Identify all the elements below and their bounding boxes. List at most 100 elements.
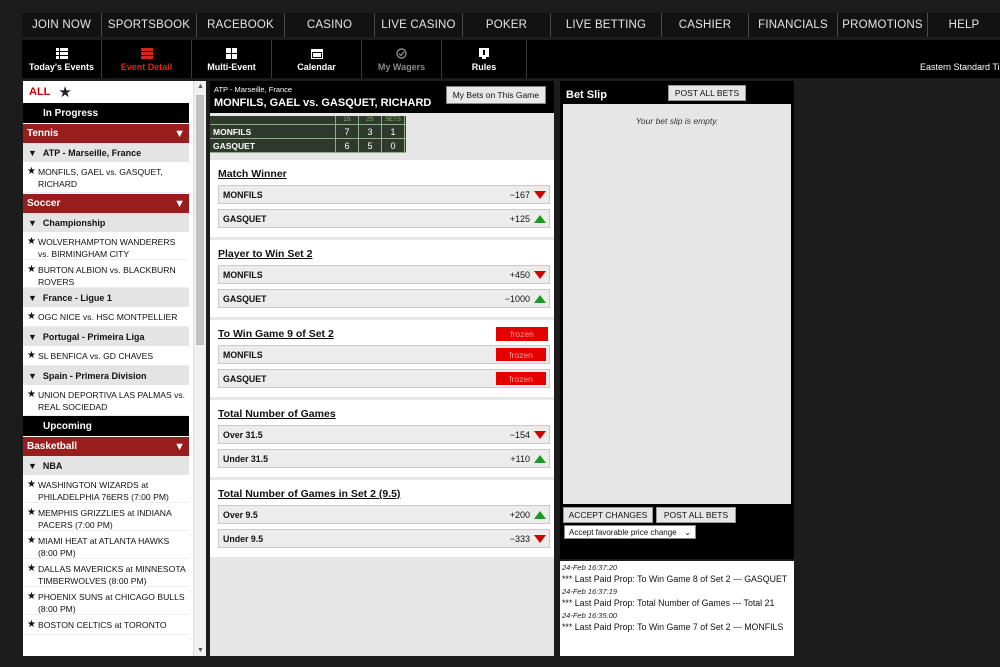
- odds-value: +125: [509, 213, 530, 224]
- nav-live-casino[interactable]: LIVE CASINO: [375, 13, 463, 37]
- list-item[interactable]: ★ OGC NICE vs. HSC MONTPELLIER: [23, 307, 189, 327]
- selection-button[interactable]: Under 9.5 −333: [218, 529, 550, 548]
- league-nba[interactable]: ▼ NBA: [23, 456, 189, 475]
- selection-button[interactable]: MONFILS −167: [218, 185, 550, 204]
- scroll-down-icon[interactable]: ▼: [197, 647, 204, 654]
- event-detail-button[interactable]: Event Detail: [102, 40, 192, 78]
- star-icon[interactable]: ★: [27, 563, 36, 583]
- chevron-down-icon: ⌄: [684, 527, 691, 537]
- nav-promotions[interactable]: PROMOTIONS: [838, 13, 928, 37]
- nav-live-betting[interactable]: LIVE BETTING: [551, 13, 662, 37]
- all-filter[interactable]: ALL: [29, 86, 50, 98]
- nav-financials[interactable]: FINANCIALS: [749, 13, 838, 37]
- price-change-select[interactable]: Accept favorable price change ⌄: [564, 525, 696, 539]
- calendar-icon: [310, 46, 323, 60]
- scrollbar-thumb[interactable]: [196, 95, 204, 345]
- collapse-triangle-icon: ▼: [174, 197, 185, 210]
- list-item[interactable]: ★ MEMPHIS GRIZZLIES at INDIANA PACERS (7…: [23, 503, 189, 531]
- event-label: DALLAS MAVERICKS at MINNESOTA TIMBERWOLV…: [37, 564, 186, 586]
- scroll-up-icon[interactable]: ▲: [197, 83, 204, 90]
- event-label: PHOENIX SUNS at CHICAGO BULLS (8:00 PM): [37, 592, 185, 614]
- odds-value: +200: [509, 509, 530, 520]
- event-label: MEMPHIS GRIZZLIES at INDIANA PACERS (7:0…: [37, 508, 172, 530]
- list-item[interactable]: ★ UNION DEPORTIVA LAS PALMAS vs. REAL SO…: [23, 385, 189, 416]
- sidebar-scrollbar[interactable]: ▲ ▼: [193, 81, 206, 656]
- accept-changes-button[interactable]: ACCEPT CHANGES: [563, 507, 653, 523]
- list-item[interactable]: ★ PHOENIX SUNS at CHICAGO BULLS (8:00 PM…: [23, 587, 189, 615]
- market-title: Total Number of Games in Set 2 (9.5): [218, 488, 401, 500]
- league-championship[interactable]: ▼ Championship: [23, 213, 189, 232]
- nav-join-now[interactable]: JOIN NOW: [22, 13, 102, 37]
- star-icon[interactable]: ★: [27, 236, 36, 256]
- star-icon[interactable]: ★: [27, 264, 36, 284]
- list-item[interactable]: ★ WASHINGTON WIZARDS at PHILADELPHIA 76E…: [23, 475, 189, 503]
- selection-button[interactable]: GASQUET −1000: [218, 289, 550, 308]
- nav-poker[interactable]: POKER: [463, 13, 551, 37]
- league-label: Portugal - Primeira Liga: [42, 331, 145, 342]
- score-cell: 6: [336, 139, 359, 152]
- upcoming-header[interactable]: Upcoming: [23, 416, 189, 436]
- event-label: MIAMI HEAT at ATLANTA HAWKS (8:00 PM): [37, 536, 170, 558]
- selection-button[interactable]: GASQUET +125: [218, 209, 550, 228]
- odds-value: +450: [509, 269, 530, 280]
- list-item: 24-Feb 16:37:19 *** Last Paid Prop: Tota…: [562, 587, 792, 609]
- list-item[interactable]: ★ MONFILS, GAEL vs. GASQUET, RICHARD: [23, 162, 189, 193]
- calendar-button[interactable]: Calendar: [272, 40, 362, 78]
- star-icon[interactable]: ★: [27, 166, 36, 189]
- star-icon[interactable]: ★: [27, 507, 36, 527]
- selection-button[interactable]: MONFILS +450: [218, 265, 550, 284]
- star-icon[interactable]: ★: [27, 350, 36, 362]
- selection-name: Over 31.5: [223, 429, 263, 440]
- star-icon[interactable]: ★: [27, 535, 36, 555]
- star-icon[interactable]: ★: [27, 591, 36, 611]
- multi-event-button[interactable]: Multi-Event: [192, 40, 272, 78]
- my-wagers-button[interactable]: My Wagers: [362, 40, 442, 78]
- list-item[interactable]: ★ BOSTON CELTICS at TORONTO: [23, 615, 189, 635]
- selection-name: GASQUET: [223, 293, 267, 304]
- my-bets-button[interactable]: My Bets on This Game: [445, 86, 546, 104]
- last-paid-feed: 24-Feb 16:37:20 *** Last Paid Prop: To W…: [560, 561, 794, 656]
- in-progress-header[interactable]: In Progress: [23, 103, 189, 123]
- selection-button[interactable]: Over 9.5 +200: [218, 505, 550, 524]
- list-item[interactable]: ★ BURTON ALBION vs. BLACKBURN ROVERS: [23, 260, 189, 288]
- player-name: MONFILS: [210, 125, 336, 138]
- league-france-ligue-1[interactable]: ▼ France - Ligue 1: [23, 288, 189, 307]
- feed-timestamp: 24-Feb 16:37:20: [562, 563, 618, 572]
- nav-cashier[interactable]: CASHIER: [662, 13, 749, 37]
- star-icon[interactable]: ★: [27, 311, 36, 323]
- event-league: ATP - Marseille, France: [214, 85, 293, 94]
- list-item[interactable]: ★ DALLAS MAVERICKS at MINNESOTA TIMBERWO…: [23, 559, 189, 587]
- nav-racebook[interactable]: RACEBOOK: [197, 13, 285, 37]
- star-icon[interactable]: ★: [27, 619, 36, 631]
- list-item[interactable]: ★ WOLVERHAMPTON WANDERERS vs. BIRMINGHAM…: [23, 232, 189, 260]
- nav-sportsbook[interactable]: SPORTSBOOK: [102, 13, 197, 37]
- list-item[interactable]: ★ SL BENFICA vs. GD CHAVES: [23, 346, 189, 366]
- nav-casino[interactable]: CASINO: [285, 13, 375, 37]
- sport-soccer[interactable]: Soccer ▼: [23, 193, 189, 213]
- my-wagers-label: My Wagers: [377, 62, 426, 72]
- check-circle-icon: [396, 46, 407, 60]
- star-icon[interactable]: ★: [27, 389, 36, 412]
- sport-tennis[interactable]: Tennis ▼: [23, 123, 189, 143]
- feed-timestamp: 24-Feb 16:37:19: [562, 587, 618, 596]
- selection-button[interactable]: Over 31.5 −154: [218, 425, 550, 444]
- sport-basketball[interactable]: Basketball ▼: [23, 436, 189, 456]
- favorites-star-icon[interactable]: ★: [58, 83, 71, 101]
- post-all-bets-top-button[interactable]: POST ALL BETS: [668, 85, 746, 101]
- bet-slip-title: Bet Slip: [566, 89, 607, 101]
- league-atp-marseille[interactable]: ▼ ATP - Marseille, France: [23, 143, 189, 162]
- rules-button[interactable]: Rules: [442, 40, 527, 78]
- frozen-badge: frozen: [496, 348, 546, 361]
- selection-button[interactable]: Under 31.5 +110: [218, 449, 550, 468]
- league-label: NBA: [42, 460, 63, 471]
- list-item: 24-Feb 16:35:00 *** Last Paid Prop: To W…: [562, 611, 792, 633]
- market-total-games-set-2: Total Number of Games in Set 2 (9.5) Ove…: [210, 480, 554, 557]
- post-all-bets-bottom-button[interactable]: POST ALL BETS: [656, 507, 736, 523]
- league-spain-primera[interactable]: ▼ Spain - Primera Division: [23, 366, 189, 385]
- list-item[interactable]: ★ MIAMI HEAT at ATLANTA HAWKS (8:00 PM): [23, 531, 189, 559]
- todays-events-button[interactable]: Today's Events: [22, 40, 102, 78]
- star-icon[interactable]: ★: [27, 479, 36, 499]
- league-portugal-primeira[interactable]: ▼ Portugal - Primeira Liga: [23, 327, 189, 346]
- selection-name: GASQUET: [223, 213, 267, 224]
- nav-help[interactable]: HELP: [928, 13, 1000, 37]
